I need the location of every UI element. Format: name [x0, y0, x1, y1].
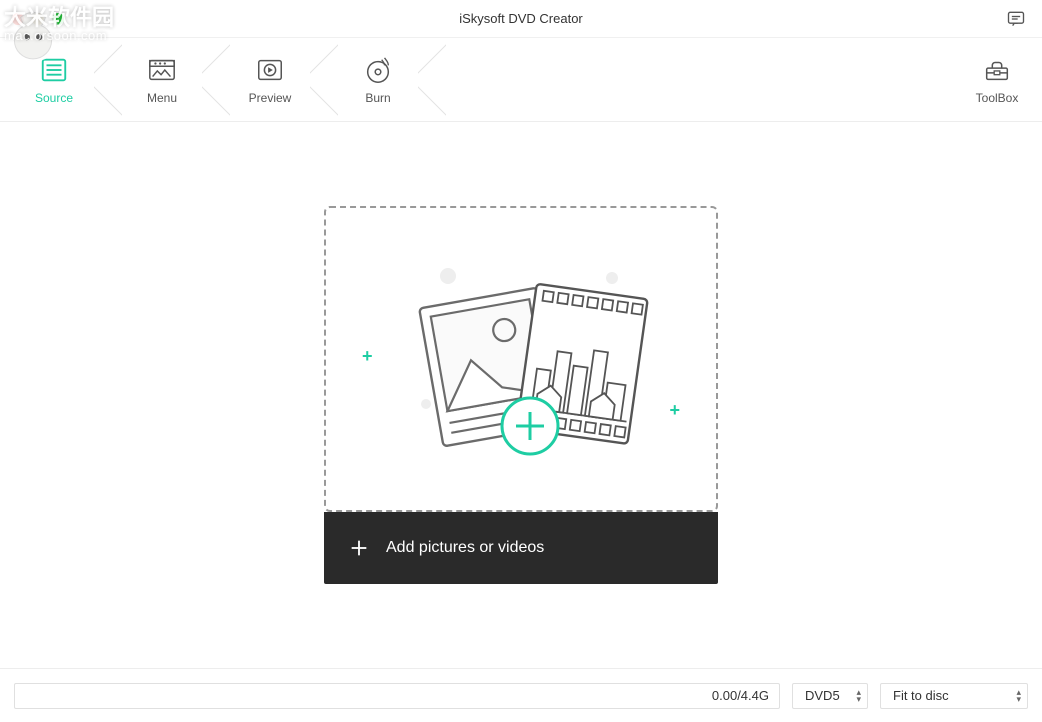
dropzone-dashed: + +: [324, 206, 718, 512]
step-preview[interactable]: Preview: [216, 38, 324, 122]
step-nav: Source Menu Preview Burn: [0, 38, 1042, 122]
menu-icon: [147, 55, 177, 85]
step-label: Burn: [365, 91, 390, 105]
close-window-button[interactable]: [12, 13, 24, 25]
toolbox-button[interactable]: ToolBox: [952, 38, 1042, 122]
plus-decoration-icon: +: [362, 346, 373, 367]
minimize-window-button[interactable]: [32, 13, 44, 25]
step-label: Menu: [147, 91, 177, 105]
add-media-label: Add pictures or videos: [386, 539, 544, 557]
toolbox-icon: [982, 55, 1012, 85]
step-label: Source: [35, 91, 73, 105]
fit-mode-value: Fit to disc: [893, 688, 949, 703]
updown-icon: ▴▾: [856, 689, 861, 703]
dropzone-illustration: [386, 254, 656, 464]
disc-type-value: DVD5: [805, 688, 840, 703]
source-icon: [39, 55, 69, 85]
step-label: Preview: [249, 91, 292, 105]
plus-decoration-icon: +: [669, 400, 680, 421]
fit-mode-select[interactable]: Fit to disc ▴▾: [880, 683, 1028, 709]
titlebar: iSkysoft DVD Creator: [0, 0, 1042, 38]
updown-icon: ▴▾: [1016, 689, 1021, 703]
add-media-button[interactable]: Add pictures or videos: [324, 512, 718, 584]
step-menu[interactable]: Menu: [108, 38, 216, 122]
toolbox-label: ToolBox: [976, 91, 1019, 105]
plus-icon: [348, 537, 370, 559]
app-title: iSkysoft DVD Creator: [459, 11, 583, 26]
window-controls: [12, 13, 64, 25]
disc-type-select[interactable]: DVD5 ▴▾: [792, 683, 868, 709]
dropzone[interactable]: + +: [324, 206, 718, 584]
main-area: + +: [0, 122, 1042, 668]
footer-bar: 0.00/4.4G DVD5 ▴▾ Fit to disc ▴▾: [0, 668, 1042, 722]
size-progress: 0.00/4.4G: [14, 683, 780, 709]
feedback-button[interactable]: [1006, 9, 1026, 29]
maximize-window-button[interactable]: [52, 13, 64, 25]
size-progress-text: 0.00/4.4G: [712, 688, 769, 703]
preview-icon: [255, 55, 285, 85]
step-source[interactable]: Source: [0, 38, 108, 122]
step-burn[interactable]: Burn: [324, 38, 432, 122]
burn-icon: [363, 55, 393, 85]
